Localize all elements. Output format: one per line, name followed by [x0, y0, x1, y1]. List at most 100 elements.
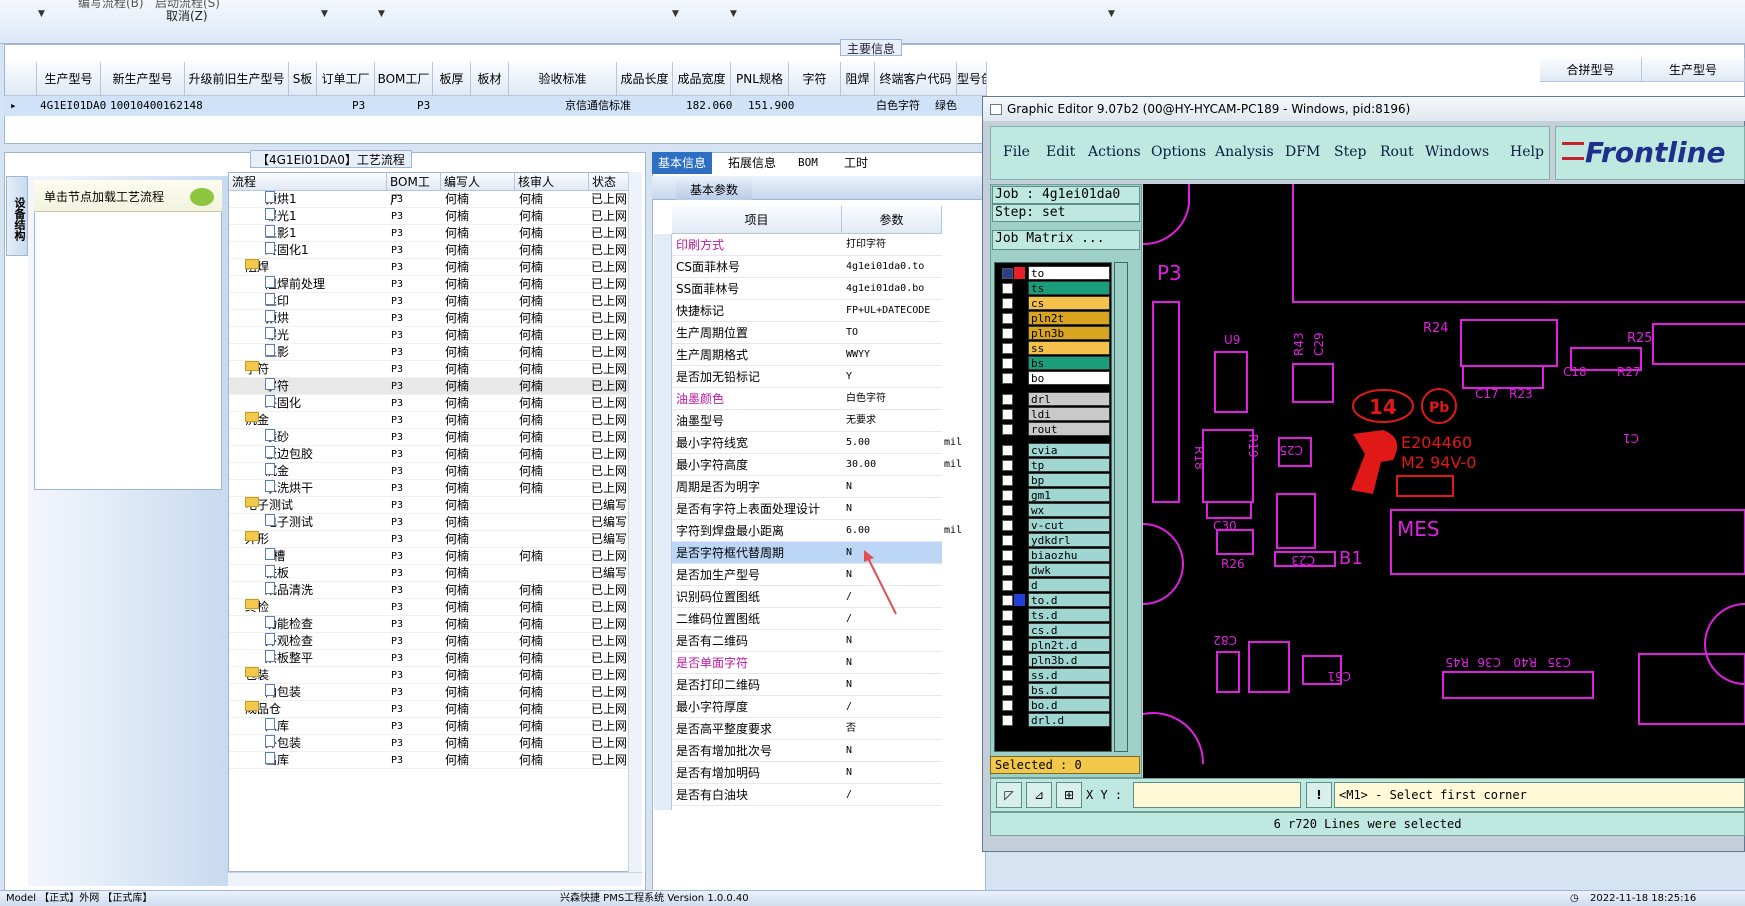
- layer-row[interactable]: drl: [1000, 392, 1112, 407]
- layer-row[interactable]: tp: [1000, 458, 1112, 473]
- property-value[interactable]: 5.00: [846, 432, 940, 454]
- layer-row[interactable]: ydkdrl: [1000, 533, 1112, 548]
- layer-row[interactable]: drl.d: [1000, 713, 1112, 728]
- property-row[interactable]: 字符到焊盘最小距离 6.00 mil: [672, 520, 962, 542]
- menu-help[interactable]: Help: [1510, 144, 1544, 160]
- tree-row[interactable]: −终检P3何楠何楠已上网: [229, 599, 641, 616]
- chevron-down-icon[interactable]: ▼: [38, 9, 45, 19]
- vertical-scrollbar[interactable]: [628, 172, 642, 872]
- layer-row[interactable]: d: [1000, 578, 1112, 593]
- tree-row[interactable]: 预烘 P3 何楠 何楠 已上网: [229, 310, 641, 327]
- chevron-down-icon[interactable]: ▼: [321, 9, 328, 19]
- column-header[interactable]: 订单工厂: [317, 62, 375, 96]
- property-value[interactable]: Y: [846, 366, 940, 388]
- property-row[interactable]: 是否有增加批次号 N: [672, 740, 942, 762]
- property-value[interactable]: /: [846, 784, 940, 806]
- column-header[interactable]: 成品长度: [617, 62, 673, 96]
- layer-row[interactable]: cvia: [1000, 443, 1112, 458]
- checkbox[interactable]: [1002, 475, 1013, 486]
- menu-step[interactable]: Step: [1334, 144, 1366, 160]
- layer-row[interactable]: bs.d: [1000, 683, 1112, 698]
- layer-row[interactable]: gm1: [1000, 488, 1112, 503]
- property-row[interactable]: 是否有二维码 N: [672, 630, 942, 652]
- property-row[interactable]: 周期是否为明字 N: [672, 476, 942, 498]
- column-header[interactable]: 参数: [842, 206, 942, 234]
- tree-row[interactable]: 外观检查 P3 何楠 何楠 已上网: [229, 633, 641, 650]
- layer-row[interactable]: rout: [1000, 422, 1112, 437]
- tree-row[interactable]: 丝印 P3 何楠 何楠 已上网: [229, 293, 641, 310]
- property-row[interactable]: 是否单面字符 N: [672, 652, 942, 674]
- tree-row[interactable]: 曝光1 P3 何楠 何楠 已上网: [229, 208, 641, 225]
- menu-item-write-flow[interactable]: 编写流程(B): [78, 0, 144, 11]
- tree-row[interactable]: −字符P3何楠何楠已上网: [229, 361, 641, 378]
- menu-file[interactable]: File: [1003, 144, 1030, 160]
- layer-row[interactable]: biaozhu: [1000, 548, 1112, 563]
- property-row[interactable]: 油墨颜色 白色字符: [672, 388, 942, 410]
- layer-row[interactable]: ldi: [1000, 407, 1112, 422]
- column-header[interactable]: 合拼型号: [1540, 58, 1642, 82]
- chevron-down-icon[interactable]: ▼: [672, 9, 679, 19]
- tree-row[interactable]: 显影1 P3 何楠 何楠 已上网: [229, 225, 641, 242]
- tree-row[interactable]: −外形P3何楠已编写: [229, 531, 641, 548]
- checkbox[interactable]: [1002, 610, 1013, 621]
- chevron-down-icon[interactable]: ▼: [1108, 9, 1115, 19]
- menu-edit[interactable]: Edit: [1046, 144, 1075, 160]
- column-header[interactable]: 板厚: [433, 62, 471, 96]
- menu-options[interactable]: Options: [1151, 144, 1206, 160]
- tree-row[interactable]: V槽 P3 何楠 何楠 已上网: [229, 548, 641, 565]
- alert-icon[interactable]: !: [1306, 782, 1332, 808]
- horizontal-scrollbar[interactable]: [228, 872, 642, 886]
- tree-row[interactable]: 功能检查 P3 何楠 何楠 已上网: [229, 616, 641, 633]
- column-header[interactable]: BOM工厂: [387, 173, 441, 207]
- column-header[interactable]: 核审人: [515, 173, 589, 191]
- property-value[interactable]: N: [846, 476, 940, 498]
- property-value[interactable]: 打印字符: [846, 234, 940, 256]
- checkbox[interactable]: [1002, 409, 1013, 420]
- layer-row[interactable]: ss.d: [1000, 668, 1112, 683]
- tab-extended-info[interactable]: 拓展信息: [722, 152, 782, 174]
- menu-windows[interactable]: Windows: [1425, 144, 1489, 160]
- layer-scrollbar[interactable]: [1114, 262, 1128, 752]
- tree-row[interactable]: 曝光 P3 何楠 何楠 已上网: [229, 327, 641, 344]
- checkbox[interactable]: [1002, 580, 1013, 591]
- layer-row[interactable]: pln3b: [1000, 326, 1112, 341]
- property-value[interactable]: 30.00: [846, 454, 940, 476]
- checkbox[interactable]: [1002, 700, 1013, 711]
- tree-row[interactable]: 板边包胶 P3 何楠 何楠 已上网: [229, 446, 641, 463]
- checkbox[interactable]: [1002, 460, 1013, 471]
- checkbox[interactable]: [1002, 550, 1013, 561]
- property-value[interactable]: 4g1ei01da0.bo: [846, 278, 940, 300]
- checkbox[interactable]: [1002, 670, 1013, 681]
- layer-row[interactable]: ss: [1000, 341, 1112, 356]
- property-value[interactable]: N: [846, 652, 940, 674]
- grid-icon[interactable]: ⊞: [1056, 782, 1082, 808]
- tree-row[interactable]: 烘板整平 P3 何楠 何楠 已上网: [229, 650, 641, 667]
- property-value[interactable]: 白色字符: [846, 388, 940, 410]
- checkbox[interactable]: [1002, 490, 1013, 501]
- menu-rout[interactable]: Rout: [1380, 144, 1414, 160]
- layer-row[interactable]: ts: [1000, 281, 1112, 296]
- measure-icon[interactable]: ⊿: [1026, 782, 1052, 808]
- checkbox[interactable]: [1002, 640, 1013, 651]
- property-value[interactable]: TO: [846, 322, 940, 344]
- job-matrix-button[interactable]: Job Matrix ...: [992, 230, 1140, 250]
- tree-row[interactable]: −电子测试P3何楠已编写: [229, 497, 641, 514]
- menu-analysis[interactable]: Analysis: [1215, 144, 1274, 160]
- checkbox[interactable]: [1002, 685, 1013, 696]
- tree-row[interactable]: −成品仓P3何楠何楠已上网: [229, 701, 641, 718]
- tree-row[interactable]: 外包装 P3 何楠 何楠 已上网: [229, 735, 641, 752]
- layer-row[interactable]: bp: [1000, 473, 1112, 488]
- property-row[interactable]: 生产周期格式 WWYY: [672, 344, 942, 366]
- column-header[interactable]: 板材: [471, 62, 509, 96]
- graphic-editor-title[interactable]: Graphic Editor 9.07b2 (00@HY-HYCAM-PC189…: [983, 97, 1745, 121]
- tree-row[interactable]: 沉金 P3 何楠 何楠 已上网: [229, 463, 641, 480]
- checkbox[interactable]: [1002, 520, 1013, 531]
- property-value[interactable]: N: [846, 498, 940, 520]
- property-row[interactable]: CS面菲林号 4g1ei01da0.to: [672, 256, 942, 278]
- column-header[interactable]: 阻焊: [841, 62, 875, 96]
- column-header[interactable]: 型号创建时间: [957, 62, 987, 96]
- property-row[interactable]: SS面菲林号 4g1ei01da0.bo: [672, 278, 942, 300]
- subtab-basic-params[interactable]: 基本参数: [676, 180, 753, 200]
- tab-work-hours[interactable]: 工时: [838, 152, 874, 174]
- tree-row[interactable]: −阻焊P3何楠何楠已上网: [229, 259, 641, 276]
